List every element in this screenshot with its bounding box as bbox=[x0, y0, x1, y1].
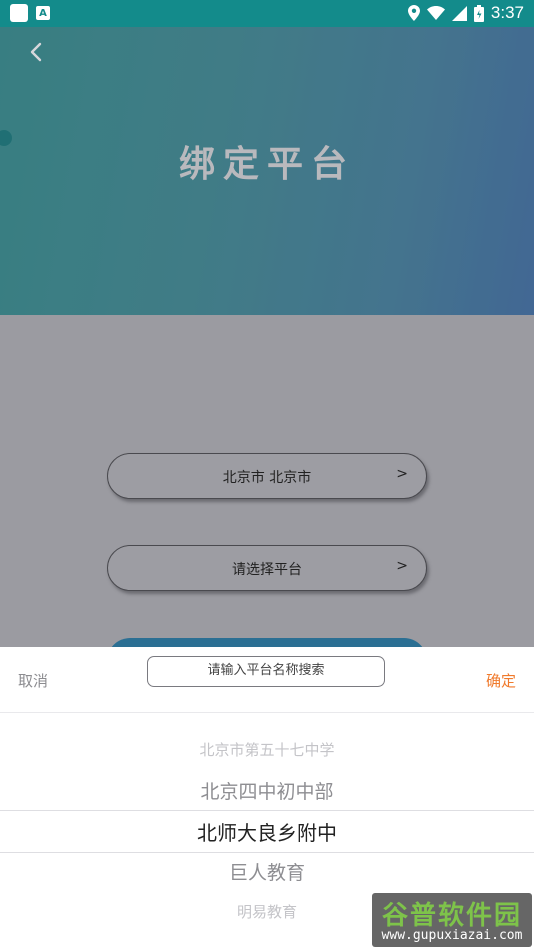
selection-divider bbox=[0, 852, 534, 853]
watermark-url: www.gupuxiazai.com bbox=[381, 928, 523, 943]
option-item[interactable]: 北京四中初中部 bbox=[0, 777, 534, 804]
page-title: 绑定平台 bbox=[178, 144, 355, 185]
option-item[interactable]: 巨人教育 bbox=[0, 858, 534, 885]
picker-toolbar: 取消 请输入平台名称搜索 确定 bbox=[0, 647, 534, 713]
watermark-name: 谷普软件园 bbox=[381, 901, 522, 931]
city-selector[interactable]: 北京市 北京市 > bbox=[107, 453, 427, 499]
option-item-selected[interactable]: 北师大良乡附中 bbox=[0, 817, 534, 846]
platform-label: 请选择平台 bbox=[232, 562, 302, 578]
option-item[interactable]: 北京市第五十七中学 bbox=[0, 739, 534, 760]
site-watermark: 谷普软件园 www.gupuxiazai.com bbox=[372, 893, 532, 947]
city-label: 北京市 北京市 bbox=[222, 470, 312, 486]
platform-selector[interactable]: 请选择平台 > bbox=[107, 545, 427, 591]
search-input[interactable]: 请输入平台名称搜索 bbox=[147, 656, 385, 687]
chevron-right-icon: > bbox=[396, 558, 408, 574]
selection-divider bbox=[0, 810, 534, 811]
status-bar: A 3:37 bbox=[0, 0, 534, 27]
signal-icon bbox=[451, 5, 467, 21]
cancel-button[interactable]: 取消 bbox=[18, 670, 48, 691]
location-icon bbox=[407, 5, 420, 21]
wifi-icon bbox=[426, 6, 445, 20]
chevron-left-icon bbox=[30, 42, 42, 62]
battery-icon bbox=[473, 4, 484, 22]
app-icon bbox=[10, 4, 28, 22]
page-header: 绑定平台 bbox=[0, 27, 534, 315]
form-area: 北京市 北京市 > 请选择平台 > bbox=[0, 315, 534, 668]
a-icon: A bbox=[36, 6, 50, 20]
clock-time: 3:37 bbox=[490, 3, 524, 22]
confirm-button[interactable]: 确定 bbox=[486, 670, 516, 691]
back-button[interactable] bbox=[26, 41, 48, 63]
chevron-right-icon: > bbox=[396, 466, 408, 482]
